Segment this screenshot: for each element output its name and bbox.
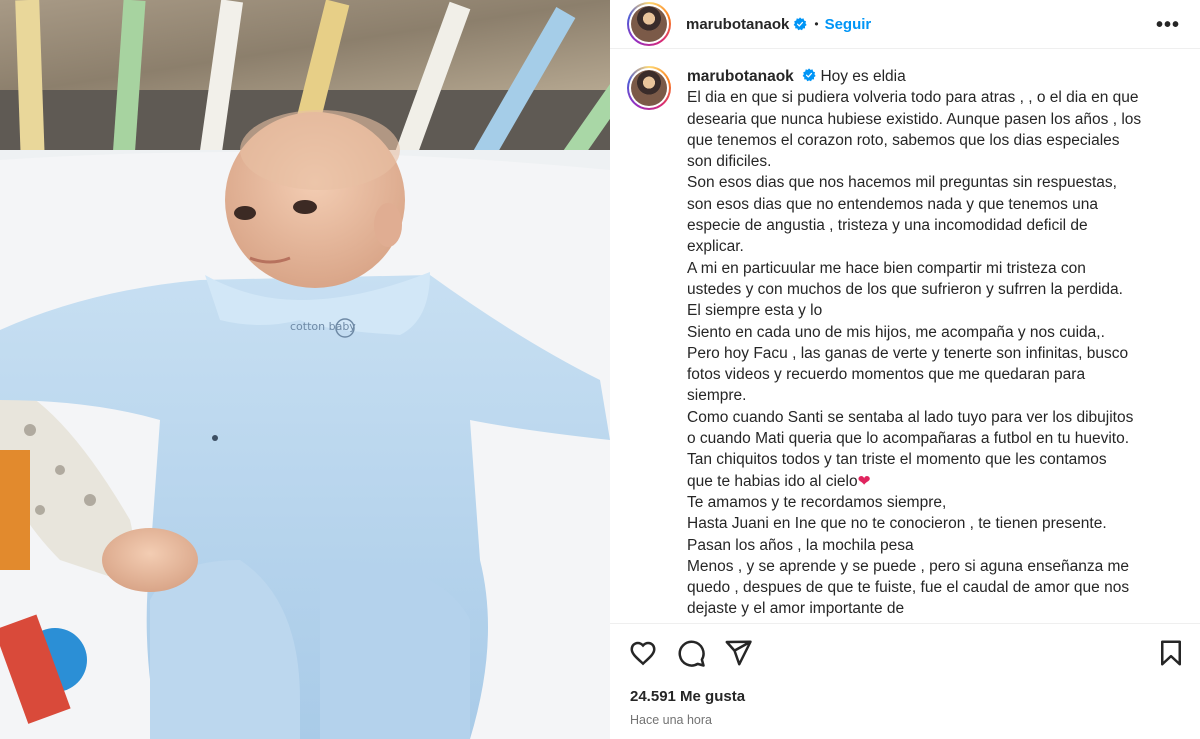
heart-outline-icon[interactable] — [628, 638, 658, 668]
caption-line: El siempre esta y lo — [687, 302, 823, 320]
more-options-icon[interactable]: ••• — [1156, 14, 1180, 37]
post-panel: marubotanaok • Seguir ••• marubotanaok H… — [610, 0, 1200, 739]
caption-area[interactable]: marubotanaok Hoy es eldia El dia en que … — [610, 66, 1200, 623]
caption-line: A mi en particuular me hace bien compart… — [687, 259, 1086, 277]
caption-line: Tan chiquitos todos y tan triste el mome… — [687, 451, 1107, 469]
post-actions: 24.591 Me gusta Hace una hora — [610, 623, 1200, 739]
caption-avatar[interactable] — [627, 66, 671, 110]
caption-line: ustedes y con muchos de los que sufriero… — [687, 280, 1123, 298]
caption-line: Te amamos y te recordamos siempre, — [687, 493, 947, 511]
verified-badge-icon — [793, 17, 808, 31]
comment-bubble-icon[interactable] — [676, 638, 706, 668]
caption-line: explicar. — [687, 238, 744, 256]
caption-line: que te habias ido al cielo❤ — [687, 471, 1163, 492]
caption-first-line: Hoy es eldia — [820, 68, 906, 85]
paper-plane-icon[interactable] — [723, 638, 753, 668]
caption-line: son dificiles. — [687, 153, 772, 171]
caption-username[interactable]: marubotanaok — [687, 68, 794, 85]
header-separator: • — [814, 17, 819, 31]
caption-line: Pasan los años , la mochila pesa — [687, 536, 914, 554]
caption-line: Son esos dias que nos hacemos mil pregun… — [687, 174, 1117, 192]
avatar[interactable] — [627, 2, 671, 46]
heart-emoji-icon: ❤ — [857, 472, 871, 490]
bookmark-icon[interactable] — [1156, 638, 1186, 668]
caption-line: que tenemos el corazon roto, sabemos que… — [687, 131, 1120, 149]
caption-line: desearia que nunca hubiese existido. Aun… — [687, 110, 1142, 128]
caption-line: o cuando Mati queria que lo acompañaras … — [687, 430, 1130, 448]
caption-line: Menos , y se aprende y se puede , pero s… — [687, 557, 1130, 575]
caption-line: son esos dias que no entendemos nada y q… — [687, 195, 1099, 213]
caption-line: El dia en que si pudiera volveria todo p… — [687, 89, 1139, 107]
post-timestamp[interactable]: Hace una hora — [630, 713, 712, 727]
caption-line: fotos videos y recuerdo momentos que me … — [687, 366, 1086, 384]
post-header: marubotanaok • Seguir ••• — [610, 0, 1200, 49]
caption-line: siempre. — [687, 387, 747, 405]
header-username[interactable]: marubotanaok — [686, 16, 789, 33]
caption-line: especie de angustia , tristeza y una inc… — [687, 217, 1088, 235]
follow-button[interactable]: Seguir — [825, 16, 872, 33]
caption-line: dejaste y el amor importante de — [687, 600, 905, 618]
baby-photo-illustration: cotton baby — [0, 0, 610, 739]
caption-line: Hasta Juani en Ine que no te conocieron … — [687, 515, 1107, 533]
caption-avatar-image — [631, 70, 667, 106]
caption-line: Pero hoy Facu , las ganas de verte y ten… — [687, 344, 1129, 362]
caption-line: Como cuando Santi se sentaba al lado tuy… — [687, 408, 1134, 426]
caption-line: Siento en cada uno de mis hijos, me acom… — [687, 323, 1105, 341]
avatar-image — [631, 6, 667, 42]
likes-count[interactable]: 24.591 Me gusta — [630, 688, 745, 705]
caption-text: marubotanaok Hoy es eldia El dia en que … — [687, 66, 1163, 620]
verified-badge-icon — [802, 68, 816, 82]
caption-line: quedo , despues de que te fuiste, fue el… — [687, 579, 1130, 597]
caption-line-text: que te habias ido al cielo — [687, 472, 858, 490]
suit-logo-text: cotton baby — [290, 320, 356, 333]
post-photo[interactable]: cotton baby — [0, 0, 610, 739]
